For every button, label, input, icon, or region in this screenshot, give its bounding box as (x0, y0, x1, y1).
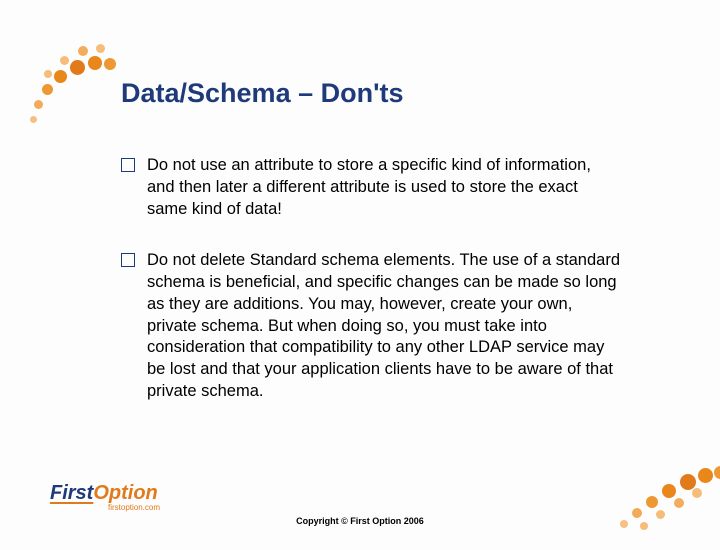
footer-logo: FirstOption firstoption.com (50, 482, 160, 512)
copyright-text: Copyright © First Option 2006 (0, 516, 720, 526)
bullet-text: Do not use an attribute to store a speci… (147, 155, 621, 220)
logo-word-first: First (50, 482, 93, 504)
bullet-item: Do not use an attribute to store a speci… (121, 155, 621, 220)
bullet-box-icon (121, 158, 135, 172)
slide-title: Data/Schema – Don'ts (121, 78, 404, 109)
logo-word-second: Option (93, 482, 157, 504)
bullet-box-icon (121, 253, 135, 267)
logo-subtext: firstoption.com (108, 503, 160, 512)
decorative-dots-bottom (610, 430, 720, 550)
slide-body: Do not use an attribute to store a speci… (121, 155, 621, 433)
bullet-text: Do not delete Standard schema elements. … (147, 250, 621, 402)
bullet-item: Do not delete Standard schema elements. … (121, 250, 621, 402)
